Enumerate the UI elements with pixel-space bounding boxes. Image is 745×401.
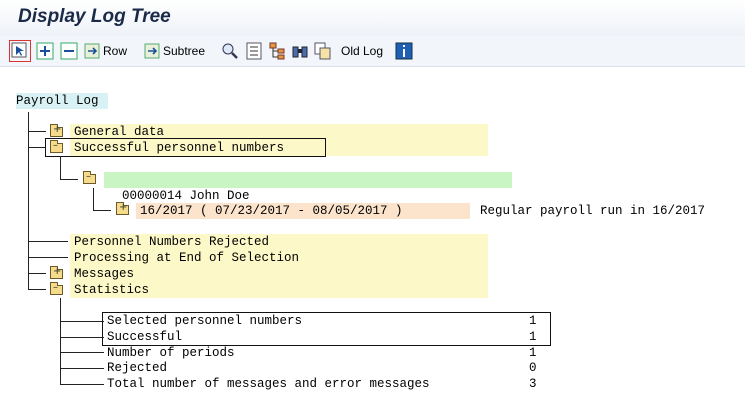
- tree-node-person[interactable]: 00000014 John Doe: [104, 172, 512, 203]
- copy-icon[interactable]: [314, 42, 332, 60]
- tree-line: [28, 241, 68, 242]
- folder-closed-icon[interactable]: [50, 266, 63, 279]
- tree-line: [28, 112, 29, 290]
- folder-open-icon[interactable]: [50, 282, 63, 295]
- find-icon[interactable]: [221, 42, 239, 60]
- stat-value: 1: [529, 346, 537, 360]
- subtree-button[interactable]: Subtree: [144, 41, 206, 61]
- hierarchy-icon[interactable]: [268, 42, 286, 60]
- tree-line: [60, 368, 104, 369]
- tree-line: [60, 179, 78, 180]
- tree-line: [60, 352, 104, 353]
- application-toolbar: Row Subtree Old Log: [0, 36, 745, 67]
- selection-frame: [45, 138, 326, 157]
- stat-label: Total number of messages and error messa…: [107, 377, 430, 391]
- collapse-icon[interactable]: [60, 42, 78, 60]
- stat-label: Number of periods: [107, 346, 235, 360]
- tree-line: [28, 289, 46, 290]
- list-icon[interactable]: [245, 42, 263, 60]
- folder-open-icon[interactable]: [83, 171, 96, 184]
- period-note: Regular payroll run in 16/2017: [480, 204, 706, 218]
- tree-line: [60, 321, 104, 322]
- tree-line: [28, 147, 46, 148]
- binoculars-icon[interactable]: [291, 42, 309, 60]
- tree-line: [60, 337, 104, 338]
- stat-label: Rejected: [107, 361, 168, 375]
- tree-line: [28, 131, 46, 132]
- page-title: Display Log Tree: [18, 6, 171, 27]
- subtree-button-label: Subtree: [163, 44, 206, 58]
- personnel-number: 00000014: [122, 189, 183, 203]
- tree-line: [93, 188, 94, 211]
- stat-value: 0: [529, 361, 537, 375]
- tree-node-messages[interactable]: Messages: [70, 266, 488, 282]
- tree-line: [60, 156, 61, 180]
- title-bar: Display Log Tree: [0, 0, 745, 36]
- tree-node-personnel-numbers-rejected[interactable]: Personnel Numbers Rejected: [70, 234, 488, 250]
- personnel-name: John Doe: [189, 189, 250, 203]
- old-log-button-label: Old Log: [341, 44, 384, 58]
- tree-line: [28, 273, 46, 274]
- select-icon[interactable]: [9, 40, 31, 62]
- tree-node-period[interactable]: 16/2017 ( 07/23/2017 - 08/05/2017 ): [136, 203, 470, 219]
- info-icon[interactable]: [395, 42, 413, 60]
- folder-closed-icon[interactable]: [50, 124, 63, 137]
- tree-line: [28, 257, 68, 258]
- tree-line: [60, 384, 104, 385]
- expand-icon[interactable]: [36, 42, 54, 60]
- selection-frame: [102, 312, 551, 346]
- tree-root-payroll-log[interactable]: Payroll Log: [16, 93, 108, 109]
- folder-closed-icon[interactable]: [116, 202, 129, 215]
- tree-line: [93, 210, 111, 211]
- old-log-button[interactable]: Old Log: [341, 41, 387, 61]
- row-button-label: Row: [103, 44, 128, 58]
- row-button[interactable]: Row: [84, 41, 130, 61]
- tree-node-statistics[interactable]: Statistics: [70, 282, 488, 298]
- stat-value: 3: [529, 377, 537, 391]
- tree-node-processing-end-of-selection[interactable]: Processing at End of Selection: [70, 250, 488, 266]
- tree-line: [60, 298, 61, 384]
